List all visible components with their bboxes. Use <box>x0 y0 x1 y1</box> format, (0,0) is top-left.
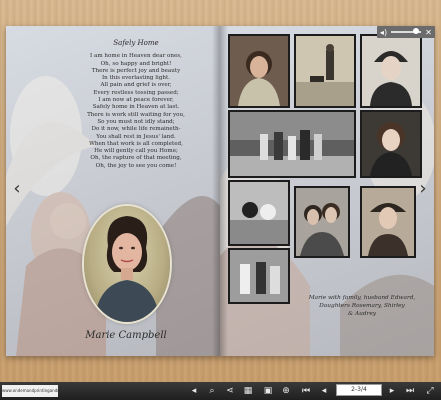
poem-line: I am home in Heaven dear ones, <box>90 53 182 60</box>
poem-line: He will gently call you Home; <box>94 148 178 155</box>
family-caption: Marie with family, husband Edward, Daugh… <box>296 294 428 318</box>
book-spine <box>212 26 228 356</box>
zoom-in-icon[interactable]: ⊕ <box>280 385 292 397</box>
family-caption-line: Daughters Rosemary, Shirley <box>319 303 405 309</box>
right-page[interactable]: Marie with family, husband Edward, Daugh… <box>220 26 434 356</box>
grid-icon[interactable]: ▦ <box>242 385 254 397</box>
photo-family-group[interactable] <box>228 110 356 178</box>
poem: Safely Home I am home in Heaven dear one… <box>56 39 216 170</box>
portrait-oval <box>84 206 170 322</box>
poem-line: All pain and grief is over, <box>100 82 172 89</box>
family-caption-line: Marie with family, husband Edward, <box>308 295 416 301</box>
site-logo[interactable]: www.ondemandprintingandnews.com <box>2 385 58 397</box>
volume-control-bar[interactable]: ◂) ✕ <box>377 26 435 38</box>
photo-woman-with-hat[interactable] <box>360 186 416 258</box>
poem-line: So you must not idly stand; <box>97 118 175 125</box>
photo-woman-smiling[interactable] <box>360 110 422 178</box>
next-page-arrow-icon[interactable]: › <box>416 176 430 202</box>
prev-page-icon[interactable]: ◂ <box>318 385 330 397</box>
left-page[interactable]: Safely Home I am home in Heaven dear one… <box>6 26 220 356</box>
photo-toddlers[interactable] <box>228 180 290 246</box>
family-caption-line: & Audrey <box>347 311 377 317</box>
poem-line: Oh, the rapture of that meeting, <box>90 155 182 162</box>
sound-icon[interactable]: ◂ <box>188 385 200 397</box>
flipbook[interactable]: Safely Home I am home in Heaven dear one… <box>6 26 434 356</box>
page-indicator-input[interactable]: 2-3/4 <box>336 384 382 396</box>
poem-line: Oh, so happy and bright! <box>100 60 172 67</box>
close-icon[interactable]: ✕ <box>424 28 433 37</box>
volume-slider[interactable] <box>391 28 421 34</box>
poem-line: Oh, the joy to see you come! <box>95 162 177 169</box>
last-page-icon[interactable]: ⏭ <box>404 385 416 397</box>
next-page-icon[interactable]: ▸ <box>386 385 398 397</box>
photo-woman-in-hat[interactable] <box>360 34 422 108</box>
poem-title: Safely Home <box>113 39 159 47</box>
poem-line: Every restless tossing passed; <box>93 89 179 96</box>
first-page-icon[interactable]: ⏮ <box>300 385 312 397</box>
share-icon[interactable]: ⋖ <box>224 385 236 397</box>
volume-slider-knob[interactable] <box>413 28 419 34</box>
portrait-photo <box>94 216 160 322</box>
volume-icon[interactable]: ◂) <box>379 28 388 37</box>
poem-line: Safely home in Heaven at last. <box>92 104 180 111</box>
poem-line: In this everlasting light. <box>101 75 171 82</box>
photo-women-seated[interactable] <box>228 248 290 304</box>
photo-two-women[interactable] <box>294 186 350 258</box>
fullscreen-icon[interactable]: ⤢ <box>424 385 436 397</box>
poem-line: Do it now, while life remaineth- <box>91 126 181 133</box>
portrait-caption: Marie Campbell <box>85 330 167 341</box>
photo-woman-portrait[interactable] <box>228 34 290 108</box>
poem-line: There is work still waiting for you, <box>87 111 185 118</box>
poem-line: There is perfect joy and beauty <box>91 67 181 74</box>
poem-line: When that work is all completed, <box>89 140 183 147</box>
prev-page-arrow-icon[interactable]: ‹ <box>10 176 24 202</box>
photo-man-with-dog[interactable] <box>294 34 356 108</box>
bottom-toolbar: www.ondemandprintingandnews.com ◂ ⌕ ⋖ ▦ … <box>0 382 441 400</box>
poem-line: I am now at peace forever, <box>98 97 174 104</box>
print-icon[interactable]: ▣ <box>262 385 274 397</box>
zoom-icon[interactable]: ⌕ <box>206 385 218 397</box>
poem-line: You shall rest in Jesus' land. <box>96 133 176 140</box>
